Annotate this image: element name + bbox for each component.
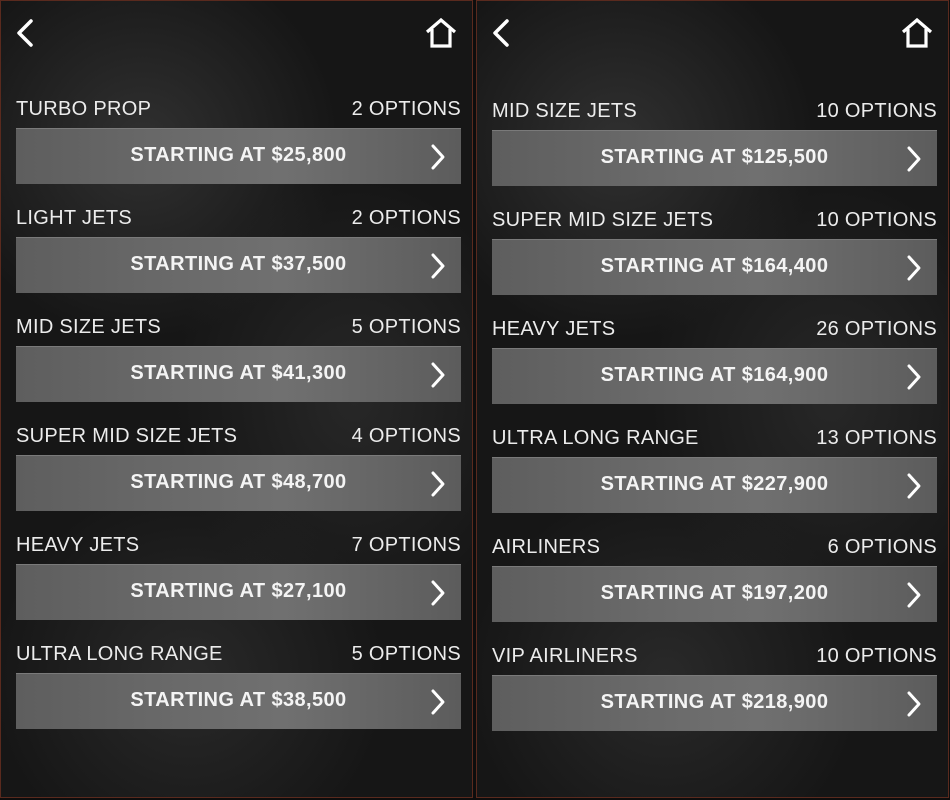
price-label: STARTING AT $38,500 (130, 689, 347, 711)
options-count: 6 OPTIONS (827, 536, 937, 558)
options-count: 2 OPTIONS (351, 98, 461, 120)
price-label: STARTING AT $37,500 (130, 253, 347, 275)
category-row: SUPER MID SIZE JETS 4 OPTIONS STARTING A… (16, 425, 461, 525)
options-count: 10 OPTIONS (816, 100, 937, 122)
app-screens: TURBO PROP 2 OPTIONS STARTING AT $25,800… (0, 0, 950, 800)
category-row: HEAVY JETS 26 OPTIONS STARTING AT $164,9… (492, 318, 937, 418)
category-header: TURBO PROP 2 OPTIONS (16, 98, 461, 124)
category-row: SUPER MID SIZE JETS 10 OPTIONS STARTING … (492, 209, 937, 309)
chevron-right-icon (907, 691, 921, 717)
price-label: STARTING AT $197,200 (600, 582, 829, 604)
category-row: ULTRA LONG RANGE 5 OPTIONS STARTING AT $… (16, 643, 461, 743)
starting-price-button[interactable]: STARTING AT $125,500 (492, 130, 937, 186)
category-name: AIRLINERS (492, 536, 601, 558)
screen-left: TURBO PROP 2 OPTIONS STARTING AT $25,800… (0, 0, 473, 798)
chevron-right-icon (431, 144, 445, 170)
chevron-right-icon (431, 362, 445, 388)
chevron-right-icon (907, 146, 921, 172)
price-label: STARTING AT $125,500 (600, 146, 829, 168)
starting-price-button[interactable]: STARTING AT $164,900 (492, 348, 937, 404)
options-count: 2 OPTIONS (351, 207, 461, 229)
price-label: STARTING AT $218,900 (600, 691, 829, 713)
options-count: 10 OPTIONS (816, 209, 937, 231)
starting-price-button[interactable]: STARTING AT $25,800 (16, 128, 461, 184)
category-row: MID SIZE JETS 5 OPTIONS STARTING AT $41,… (16, 316, 461, 416)
category-name: SUPER MID SIZE JETS (492, 209, 714, 231)
home-icon (901, 17, 933, 48)
chevron-left-icon (17, 19, 33, 47)
options-count: 5 OPTIONS (351, 643, 461, 665)
category-header: SUPER MID SIZE JETS 10 OPTIONS (492, 209, 937, 235)
category-row: LIGHT JETS 2 OPTIONS STARTING AT $37,500 (16, 207, 461, 307)
price-label: STARTING AT $227,900 (600, 473, 829, 495)
category-name: MID SIZE JETS (16, 316, 162, 338)
options-count: 13 OPTIONS (816, 427, 937, 449)
price-label: STARTING AT $41,300 (130, 362, 347, 384)
options-count: 4 OPTIONS (351, 425, 461, 447)
category-name: HEAVY JETS (16, 534, 140, 556)
chevron-right-icon (907, 364, 921, 390)
category-header: HEAVY JETS 7 OPTIONS (16, 534, 461, 560)
chevron-right-icon (907, 473, 921, 499)
category-header: AIRLINERS 6 OPTIONS (492, 536, 937, 562)
starting-price-button[interactable]: STARTING AT $164,400 (492, 239, 937, 295)
category-name: VIP AIRLINERS (492, 645, 638, 667)
screen-right: MID SIZE JETS 10 OPTIONS STARTING AT $12… (476, 0, 949, 798)
chevron-right-icon (907, 255, 921, 281)
chevron-left-icon (493, 19, 509, 47)
price-label: STARTING AT $27,100 (130, 580, 347, 602)
chevron-right-icon (907, 582, 921, 608)
nav-bar (477, 1, 948, 71)
price-label: STARTING AT $25,800 (130, 144, 347, 166)
category-header: HEAVY JETS 26 OPTIONS (492, 318, 937, 344)
options-count: 10 OPTIONS (816, 645, 937, 667)
category-header: MID SIZE JETS 10 OPTIONS (492, 100, 937, 126)
category-row: TURBO PROP 2 OPTIONS STARTING AT $25,800 (16, 98, 461, 198)
home-button[interactable] (424, 17, 458, 49)
category-name: LIGHT JETS (16, 207, 132, 229)
options-count: 5 OPTIONS (351, 316, 461, 338)
category-header: SUPER MID SIZE JETS 4 OPTIONS (16, 425, 461, 451)
options-count: 7 OPTIONS (351, 534, 461, 556)
chevron-right-icon (431, 471, 445, 497)
category-row: VIP AIRLINERS 10 OPTIONS STARTING AT $21… (492, 645, 937, 745)
category-header: ULTRA LONG RANGE 13 OPTIONS (492, 427, 937, 453)
category-name: TURBO PROP (16, 98, 152, 120)
category-row: ULTRA LONG RANGE 13 OPTIONS STARTING AT … (492, 427, 937, 527)
category-row: HEAVY JETS 7 OPTIONS STARTING AT $27,100 (16, 534, 461, 634)
chevron-right-icon (431, 580, 445, 606)
options-count: 26 OPTIONS (816, 318, 937, 340)
price-label: STARTING AT $164,900 (600, 364, 829, 386)
starting-price-button[interactable]: STARTING AT $27,100 (16, 564, 461, 620)
category-header: VIP AIRLINERS 10 OPTIONS (492, 645, 937, 671)
starting-price-button[interactable]: STARTING AT $38,500 (16, 673, 461, 729)
category-header: LIGHT JETS 2 OPTIONS (16, 207, 461, 233)
category-row: MID SIZE JETS 10 OPTIONS STARTING AT $12… (492, 100, 937, 200)
category-name: ULTRA LONG RANGE (492, 427, 699, 449)
chevron-right-icon (431, 253, 445, 279)
starting-price-button[interactable]: STARTING AT $48,700 (16, 455, 461, 511)
price-label: STARTING AT $48,700 (130, 471, 347, 493)
starting-price-button[interactable]: STARTING AT $37,500 (16, 237, 461, 293)
category-name: ULTRA LONG RANGE (16, 643, 223, 665)
back-button[interactable] (13, 17, 41, 49)
category-header: MID SIZE JETS 5 OPTIONS (16, 316, 461, 342)
starting-price-button[interactable]: STARTING AT $197,200 (492, 566, 937, 622)
nav-bar (1, 1, 472, 71)
price-label: STARTING AT $164,400 (600, 255, 829, 277)
starting-price-button[interactable]: STARTING AT $41,300 (16, 346, 461, 402)
category-row: AIRLINERS 6 OPTIONS STARTING AT $197,200 (492, 536, 937, 636)
starting-price-button[interactable]: STARTING AT $218,900 (492, 675, 937, 731)
home-icon (425, 17, 457, 48)
category-name: HEAVY JETS (492, 318, 616, 340)
category-header: ULTRA LONG RANGE 5 OPTIONS (16, 643, 461, 669)
category-name: SUPER MID SIZE JETS (16, 425, 238, 447)
home-button[interactable] (900, 17, 934, 49)
starting-price-button[interactable]: STARTING AT $227,900 (492, 457, 937, 513)
category-name: MID SIZE JETS (492, 100, 638, 122)
chevron-right-icon (431, 689, 445, 715)
back-button[interactable] (489, 17, 517, 49)
